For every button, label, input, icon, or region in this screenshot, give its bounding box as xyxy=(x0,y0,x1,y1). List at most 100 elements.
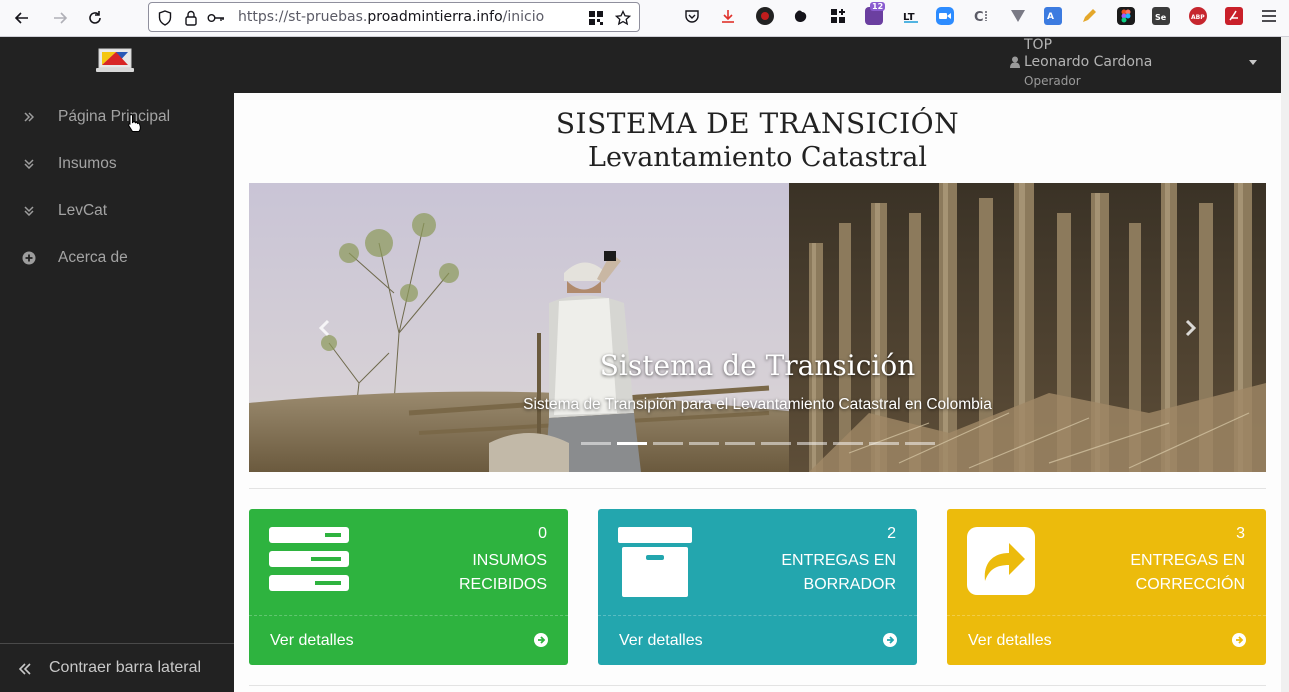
browser-toolbar: https://st-pruebas.proadmintierra.info/i… xyxy=(0,0,1289,37)
sidebar: Página Principal Insumos LevCat Acerca d… xyxy=(0,93,235,692)
panel-summary: 3 ENTREGAS EN CORRECCIÓN xyxy=(947,509,1266,615)
carousel-indicator[interactable] xyxy=(581,442,611,445)
divider xyxy=(249,685,1266,686)
double-chevron-left-icon xyxy=(18,661,32,675)
arrow-circle-right-icon xyxy=(534,633,548,647)
extension-grid-plus-icon[interactable] xyxy=(829,7,847,25)
reload-button[interactable] xyxy=(83,6,107,30)
extension-selenium-icon[interactable]: Se xyxy=(1152,7,1170,25)
url-prefix: https://st-pruebas. xyxy=(238,9,368,25)
sidebar-item-insumos[interactable]: Insumos xyxy=(0,144,234,184)
sidebar-item-label: LevCat xyxy=(58,202,108,219)
panel-insumos-recibidos: 0 INSUMOS RECIBIDOS Ver detalles xyxy=(249,509,568,665)
hamburger-menu-icon[interactable] xyxy=(1260,7,1278,25)
panel-label-line: INSUMOS xyxy=(472,552,547,569)
extension-notifications-icon[interactable]: 12 xyxy=(865,2,886,25)
extension-figma-icon[interactable] xyxy=(1117,7,1135,25)
carousel-indicators xyxy=(581,442,941,446)
extension-translate-icon[interactable]: A xyxy=(1044,7,1062,25)
double-chevron-right-icon xyxy=(22,110,36,124)
collapse-sidebar-button[interactable]: Contraer barra lateral xyxy=(0,643,235,692)
extension-pdf-icon[interactable] xyxy=(1225,7,1243,25)
panel-entregas-borrador: 2 ENTREGAS EN BORRADOR Ver detalles xyxy=(598,509,917,665)
main-content: SISTEMA DE TRANSICIÓN Levantamiento Cata… xyxy=(234,93,1281,692)
collapse-sidebar-label: Contraer barra lateral xyxy=(49,659,202,676)
pocket-icon[interactable] xyxy=(683,7,701,25)
url-text[interactable]: https://st-pruebas.proadmintierra.info/i… xyxy=(238,9,544,25)
back-button[interactable] xyxy=(10,6,34,30)
carousel-caption-text: Sistema de Transipión para el Levantamie… xyxy=(523,396,992,413)
carousel-indicator[interactable] xyxy=(689,442,719,445)
sidebar-item-acerca-de[interactable]: Acerca de xyxy=(0,238,234,278)
hand-cursor-icon xyxy=(128,113,141,132)
extension-ublock-icon[interactable] xyxy=(756,7,774,25)
carousel-indicator[interactable] xyxy=(761,442,791,445)
arrow-circle-right-icon xyxy=(1232,633,1246,647)
extension-vee-icon[interactable] xyxy=(1009,7,1027,25)
carousel-indicator[interactable] xyxy=(833,442,863,445)
plus-circle-icon xyxy=(22,251,36,265)
carousel-indicator[interactable] xyxy=(797,442,827,445)
extension-languagetool-icon[interactable]: LT xyxy=(902,7,920,25)
panel-label-line: ENTREGAS EN xyxy=(1130,552,1245,569)
sidebar-item-label: Insumos xyxy=(58,155,117,172)
lock-icon[interactable] xyxy=(182,9,200,27)
panel-count: 3 xyxy=(1236,525,1245,542)
archive-icon xyxy=(618,527,692,597)
url-path: /inicio xyxy=(502,9,545,25)
panel-summary: 0 INSUMOS RECIBIDOS xyxy=(249,509,568,615)
panel-count: 0 xyxy=(538,525,547,542)
page-subtitle: Levantamiento Catastral xyxy=(588,142,927,173)
caret-down-icon[interactable] xyxy=(1249,60,1257,65)
carousel-indicator[interactable] xyxy=(905,442,935,445)
address-bar[interactable]: https://st-pruebas.proadmintierra.info/i… xyxy=(148,2,640,32)
sidebar-item-pagina-principal[interactable]: Página Principal xyxy=(0,97,234,137)
image-carousel[interactable]: Sistema de Transición Sistema de Transip… xyxy=(249,183,1266,472)
user-name: Leonardo Cardona xyxy=(1024,54,1153,70)
details-label: Ver detalles xyxy=(968,632,1052,649)
details-label: Ver detalles xyxy=(619,632,703,649)
app-logo[interactable] xyxy=(96,48,134,74)
carousel-indicator[interactable] xyxy=(653,442,683,445)
sidebar-item-label: Página Principal xyxy=(58,108,171,125)
extension-c-icon[interactable]: C xyxy=(972,7,990,25)
url-domain: proadmintierra.info xyxy=(367,9,503,25)
page-scrollbar[interactable] xyxy=(1281,37,1289,692)
panel-label-line: BORRADOR xyxy=(803,576,896,593)
forward-arrow-icon xyxy=(54,12,68,24)
svg-text:A: A xyxy=(1047,12,1054,22)
notification-count-badge: 12 xyxy=(870,2,886,11)
panel-details-link[interactable]: Ver detalles xyxy=(249,615,568,665)
key-icon[interactable] xyxy=(207,9,225,27)
download-icon[interactable] xyxy=(719,7,737,25)
svg-text:C: C xyxy=(974,10,984,24)
carousel-slide-image xyxy=(249,183,1266,472)
panel-label-line: CORRECCIÓN xyxy=(1135,576,1245,593)
user-menu[interactable]: TOP Leonardo Cardona Operador xyxy=(1010,37,1270,93)
server-icon xyxy=(269,527,349,591)
carousel-indicator[interactable] xyxy=(617,442,647,445)
sidebar-item-levcat[interactable]: LevCat xyxy=(0,191,234,231)
carousel-indicator[interactable] xyxy=(725,442,755,445)
qr-code-icon[interactable] xyxy=(587,9,605,27)
share-icon xyxy=(967,527,1035,595)
panel-label-line: ENTREGAS EN xyxy=(781,552,896,569)
extension-adblock-plus-icon[interactable]: ABP xyxy=(1189,7,1207,25)
panel-details-link[interactable]: Ver detalles xyxy=(598,615,917,665)
user-role: Operador xyxy=(1024,74,1081,88)
forward-button[interactable] xyxy=(48,6,72,30)
panel-details-link[interactable]: Ver detalles xyxy=(947,615,1266,665)
shield-icon[interactable] xyxy=(156,9,174,27)
details-label: Ver detalles xyxy=(270,632,354,649)
panel-summary: 2 ENTREGAS EN BORRADOR xyxy=(598,509,917,615)
carousel-next-icon[interactable] xyxy=(1180,318,1200,338)
extension-zoom-icon[interactable] xyxy=(936,7,954,25)
carousel-indicator[interactable] xyxy=(869,442,899,445)
arrow-circle-right-icon xyxy=(883,633,897,647)
panel-label-line: RECIBIDOS xyxy=(458,576,547,593)
carousel-prev-icon[interactable] xyxy=(315,318,335,338)
extension-pencil-icon[interactable] xyxy=(1080,7,1098,25)
bookmark-star-icon[interactable] xyxy=(614,9,632,27)
user-group-label: TOP xyxy=(1024,37,1053,53)
extension-hand-icon[interactable] xyxy=(792,7,810,25)
